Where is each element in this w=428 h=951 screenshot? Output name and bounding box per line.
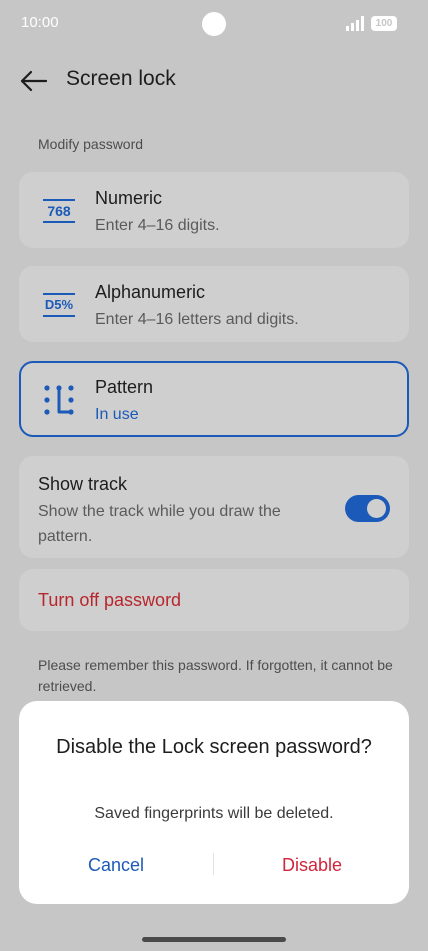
status-time: 10:00 xyxy=(21,14,59,31)
option-alphanumeric[interactable]: D5% Alphanumeric Enter 4–16 letters and … xyxy=(19,266,409,342)
option-subtitle: Enter 4–16 letters and digits. xyxy=(95,311,299,328)
option-title: Numeric xyxy=(95,188,163,208)
disable-password-dialog: Disable the Lock screen password? Saved … xyxy=(19,701,409,904)
option-pattern[interactable]: Pattern In use xyxy=(19,361,409,437)
turn-off-password-button[interactable]: Turn off password xyxy=(19,569,409,631)
back-arrow-icon xyxy=(20,70,47,92)
alphanumeric-icon: D5% xyxy=(39,288,79,322)
page-title: Screen lock xyxy=(66,67,176,90)
camera-cutout xyxy=(202,12,226,36)
numeric-icon: 768 xyxy=(39,194,79,228)
dialog-message: Saved fingerprints will be deleted. xyxy=(94,805,334,822)
back-button[interactable] xyxy=(14,62,52,100)
show-track-subtitle: Show the track while you draw the patter… xyxy=(38,503,281,545)
show-track-title: Show track xyxy=(38,474,128,494)
cancel-button[interactable]: Cancel xyxy=(26,851,206,879)
toggle-knob xyxy=(367,499,386,518)
option-status: In use xyxy=(95,406,139,423)
show-track-toggle[interactable] xyxy=(345,495,390,522)
header: Screen lock xyxy=(0,60,428,100)
option-numeric[interactable]: 768 Numeric Enter 4–16 digits. xyxy=(19,172,409,248)
signal-icon xyxy=(346,16,364,31)
option-subtitle: Enter 4–16 digits. xyxy=(95,217,220,234)
show-track-setting: Show track Show the track while you draw… xyxy=(19,456,409,558)
disable-button[interactable]: Disable xyxy=(222,851,402,879)
home-indicator[interactable] xyxy=(142,937,286,942)
dialog-title: Disable the Lock screen password? xyxy=(56,736,372,758)
option-title: Alphanumeric xyxy=(95,282,206,302)
password-note: Please remember this password. If forgot… xyxy=(38,657,393,694)
dialog-button-divider xyxy=(213,853,214,875)
pattern-icon xyxy=(39,383,79,417)
status-bar: 10:00 100 xyxy=(0,0,428,48)
section-label: Modify password xyxy=(38,136,144,152)
battery-icon: 100 xyxy=(371,16,397,31)
turn-off-password-label: Turn off password xyxy=(38,590,182,610)
option-title: Pattern xyxy=(95,377,154,397)
